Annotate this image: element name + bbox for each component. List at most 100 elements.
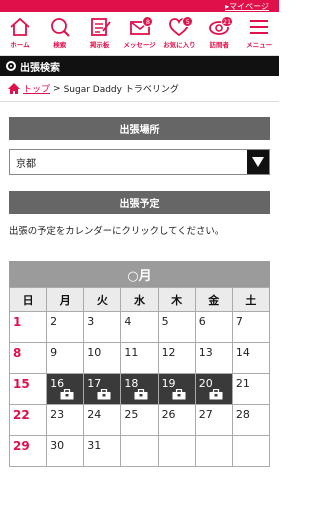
weekday-header: 金	[194, 287, 233, 312]
weekday-header: 木	[157, 287, 196, 312]
weekday-header: 火	[83, 287, 122, 312]
calendar-day-number: 7	[235, 315, 243, 328]
calendar-empty-cell	[120, 435, 159, 467]
calendar-day-cell[interactable]: 1	[8, 311, 48, 343]
calendar-day-number: 31	[87, 439, 102, 452]
calendar-day-number: 24	[87, 408, 102, 421]
nav-item-search[interactable]: 検索	[40, 12, 80, 55]
calendar-week-row: 15 16 17 18 19 20 21	[8, 373, 271, 405]
calendar-day-cell[interactable]: 27	[194, 404, 233, 436]
location-heading: 出張場所	[9, 117, 270, 140]
calendar: ○月 日 月 火 水 木 金 土 1 2 3 4 5 6 7 8 9 10 11 12 13 14 15 16…	[8, 261, 271, 467]
calendar-day-cell[interactable]: 11	[120, 342, 159, 374]
calendar-day-number: 4	[124, 315, 132, 328]
calendar-day-number: 9	[50, 346, 58, 359]
calendar-week-row: 1 2 3 4 5 6 7	[8, 311, 271, 343]
calendar-day-cell[interactable]: 13	[194, 342, 233, 374]
home-icon	[8, 83, 20, 94]
nav-label: メニュー	[246, 41, 273, 49]
search-icon	[50, 18, 70, 37]
calendar-day-cell[interactable]: 17	[83, 373, 122, 405]
nav-item-message[interactable]: 8 メッセージ	[120, 12, 160, 55]
calendar-day-cell[interactable]: 15	[8, 373, 48, 405]
calendar-day-number: 1	[13, 315, 22, 329]
calendar-day-cell[interactable]: 31	[83, 435, 122, 467]
calendar-day-cell[interactable]: 29	[8, 435, 48, 467]
calendar-day-cell[interactable]: 12	[157, 342, 196, 374]
briefcase-icon	[172, 389, 186, 400]
calendar-week-row: 22 23 24 25 26 27 28	[8, 404, 271, 436]
calendar-day-cell[interactable]: 14	[231, 342, 271, 374]
nav-label: 検索	[53, 41, 67, 49]
calendar-month: ○月	[9, 261, 270, 287]
calendar-day-cell[interactable]: 19	[157, 373, 196, 405]
weekday-header: 日	[8, 287, 48, 312]
nav-label: 訪問者	[209, 41, 229, 49]
visitors-badge: 21	[220, 16, 234, 27]
breadcrumb-separator: >	[53, 83, 61, 94]
home-icon	[10, 17, 30, 36]
briefcase-icon	[97, 389, 111, 400]
calendar-day-cell[interactable]: 4	[120, 311, 159, 343]
calendar-day-cell[interactable]: 10	[83, 342, 122, 374]
calendar-grid: 日 月 火 水 木 金 土 1 2 3 4 5 6 7 8 9 10 11 12 13 14 15 16 17 1…	[8, 287, 271, 467]
calendar-day-number: 5	[161, 315, 169, 328]
nav-item-favorites[interactable]: 5 お気に入り	[159, 12, 199, 55]
calendar-day-cell[interactable]: 28	[231, 404, 271, 436]
calendar-day-number: 3	[87, 315, 95, 328]
calendar-week-row: 29 30 31	[8, 435, 271, 467]
calendar-day-cell[interactable]: 20	[194, 373, 233, 405]
weekday-header: 土	[231, 287, 271, 312]
nav-item-menu[interactable]: メニュー	[239, 12, 279, 55]
breadcrumb-home-link[interactable]: トップ	[23, 82, 50, 95]
nav-item-visitors[interactable]: 21 訪問者	[199, 12, 239, 55]
calendar-day-cell[interactable]: 25	[120, 404, 159, 436]
schedule-instruction: 出張の予定をカレンダーにクリックしてください。	[9, 226, 225, 237]
calendar-day-number: 22	[13, 408, 30, 422]
calendar-day-cell[interactable]: 6	[194, 311, 233, 343]
calendar-day-number: 10	[87, 346, 102, 359]
briefcase-icon	[209, 389, 223, 400]
calendar-day-number: 2	[50, 315, 58, 328]
section-header: 出張検索	[0, 56, 279, 76]
calendar-day-cell[interactable]: 7	[231, 311, 271, 343]
calendar-day-number: 25	[124, 408, 139, 421]
calendar-day-cell[interactable]: 3	[83, 311, 122, 343]
circle-icon	[6, 61, 16, 71]
calendar-day-cell[interactable]: 9	[46, 342, 85, 374]
calendar-day-number: 29	[13, 439, 30, 453]
calendar-day-number: 30	[50, 439, 65, 452]
message-badge: 8	[142, 16, 154, 27]
favorites-badge: 5	[182, 16, 194, 27]
mypage-link[interactable]: ▸マイページ	[225, 1, 269, 12]
calendar-empty-cell	[231, 435, 271, 467]
calendar-day-cell[interactable]: 30	[46, 435, 85, 467]
dropdown-arrow-icon[interactable]	[247, 150, 269, 174]
bulletin-board-icon	[90, 18, 111, 36]
nav-label: ホーム	[10, 41, 30, 49]
calendar-day-cell[interactable]: 21	[231, 373, 271, 405]
calendar-day-cell[interactable]: 26	[157, 404, 196, 436]
nav-item-home[interactable]: ホーム	[0, 12, 40, 55]
calendar-day-number: 13	[198, 346, 213, 359]
menu-icon	[250, 20, 269, 34]
nav-label: メッセージ	[123, 41, 156, 49]
location-select[interactable]: 京都	[9, 149, 270, 175]
calendar-week-row: 8 9 10 11 12 13 14	[8, 342, 271, 374]
calendar-day-cell[interactable]: 22	[8, 404, 48, 436]
calendar-day-number: 26	[161, 408, 176, 421]
calendar-day-cell[interactable]: 23	[46, 404, 85, 436]
calendar-day-cell[interactable]: 5	[157, 311, 196, 343]
breadcrumb: トップ > Sugar Daddy トラベリング	[0, 76, 279, 102]
calendar-day-cell[interactable]: 2	[46, 311, 85, 343]
calendar-day-number: 12	[161, 346, 176, 359]
calendar-day-number: 11	[124, 346, 139, 359]
nav-item-bulletin[interactable]: 掲示板	[80, 12, 120, 55]
calendar-day-cell[interactable]: 24	[83, 404, 122, 436]
calendar-day-number: 8	[13, 346, 22, 360]
calendar-day-cell[interactable]: 16	[46, 373, 85, 405]
schedule-heading: 出張予定	[9, 191, 270, 214]
calendar-empty-cell	[194, 435, 233, 467]
calendar-day-cell[interactable]: 18	[120, 373, 159, 405]
calendar-day-cell[interactable]: 8	[8, 342, 48, 374]
